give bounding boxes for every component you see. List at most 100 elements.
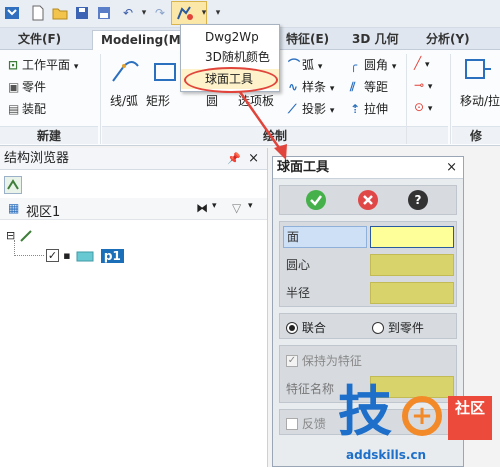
chevron-down-icon: ▾ <box>425 60 430 70</box>
offset-icon: ⫽ <box>350 80 356 94</box>
new-file-icon[interactable] <box>28 3 48 23</box>
radius-field[interactable] <box>370 282 454 304</box>
point-tool-button[interactable]: ⊸ ▾ <box>414 78 432 92</box>
group-label-modify: 修 <box>452 126 500 144</box>
workplane-icon: ⊡ <box>8 58 19 72</box>
rectangle-icon[interactable] <box>150 56 180 92</box>
watermark: 技 + 社区 addskills.cn <box>338 382 496 467</box>
structure-browser-header: 结构浏览器 📌 × <box>0 148 267 170</box>
redo-icon[interactable]: ↷ <box>150 3 170 23</box>
check-icon <box>310 195 322 206</box>
tree-connector <box>14 240 15 256</box>
help-icon: ? <box>414 193 422 207</box>
watermark-brand: 技 <box>338 380 392 443</box>
keep-feature-checkbox[interactable]: ✓ 保持为特征 <box>286 352 362 369</box>
face-field[interactable] <box>370 226 454 248</box>
ok-button[interactable] <box>306 190 326 210</box>
part-button[interactable]: ▣ 零件 <box>8 78 46 95</box>
close-icon <box>363 195 373 205</box>
tree-node-root[interactable]: ⊟ <box>6 228 33 243</box>
chevron-down-icon: ▾ <box>73 62 79 72</box>
chevron-down-icon: ▾ <box>427 82 433 92</box>
action-bar: ? <box>279 185 457 215</box>
chevron-down-icon[interactable]: ▾ <box>248 201 253 211</box>
annotation-arrow <box>238 91 287 160</box>
geometry-section: 面 圆心 半径 <box>279 221 457 307</box>
part-label: p1 <box>100 248 124 263</box>
fillet-icon: ╭ <box>350 58 358 72</box>
ribbon-separator <box>100 54 101 144</box>
rectangle-button[interactable]: 矩形 <box>146 92 170 109</box>
viewport-icon: ▦ <box>8 201 20 215</box>
custom-tool-icon[interactable] <box>175 3 195 23</box>
feature-name-label: 特征名称 <box>286 382 335 396</box>
center-label: 圆心 <box>286 258 311 272</box>
radio-union[interactable]: 联合 <box>286 319 326 336</box>
app-menu-icon[interactable] <box>2 3 22 23</box>
circle-button[interactable]: 圆 <box>206 92 218 109</box>
assembly-button[interactable]: ▤ 装配 <box>8 100 46 117</box>
arc-button[interactable]: ⌒ 弧 ▾ <box>288 56 322 73</box>
workplane-button[interactable]: ⊡ 工作平面 ▾ <box>8 56 78 73</box>
chevron-down-icon: ▾ <box>329 106 335 116</box>
line-tool-button[interactable]: ╱ ▾ <box>414 56 430 70</box>
move-icon[interactable] <box>462 56 492 90</box>
binoculars-icon[interactable]: ⧓ <box>196 201 208 215</box>
plus-logo-icon: + <box>402 396 442 436</box>
group-label-new: 新建 <box>0 126 98 144</box>
tab-3d-geometry[interactable]: 3D 几何 <box>344 30 407 50</box>
part-icon <box>76 251 94 261</box>
cancel-button[interactable] <box>358 190 378 210</box>
radius-label: 半径 <box>286 286 311 300</box>
help-button[interactable]: ? <box>408 190 428 210</box>
save-icon[interactable] <box>72 3 92 23</box>
chevron-down-icon: ▾ <box>427 104 433 114</box>
checkbox-checked-icon: ✓ <box>286 354 298 367</box>
center-field[interactable] <box>370 254 454 276</box>
chevron-down-icon[interactable]: ▾ <box>212 201 217 211</box>
fillet-button[interactable]: ╭ 圆角 ▾ <box>350 56 396 73</box>
open-folder-icon[interactable] <box>50 3 70 23</box>
line-arc-icon[interactable] <box>110 56 140 92</box>
radio-unselected-icon <box>372 321 384 334</box>
mode-section: 联合 到零件 <box>279 313 457 339</box>
structure-browser: 结构浏览器 📌 × ▦ 视区1 ⧓ ▾ ▽ ▾ ⊟ ✓ ▪ p1 <box>0 148 268 467</box>
close-icon[interactable]: × <box>446 157 457 179</box>
menu-item-dwg2wp[interactable]: Dwg2Wp <box>181 27 279 47</box>
tab-feature[interactable]: 特征(E) <box>278 30 337 50</box>
structure-browser-title: 结构浏览器 <box>4 151 70 166</box>
save-icon: ▪ <box>63 249 71 262</box>
line-icon <box>20 229 33 242</box>
visibility-checkbox[interactable]: ✓ <box>46 249 59 262</box>
chevron-down-icon: ▾ <box>329 84 335 94</box>
menu-item-random-color[interactable]: 3D随机颜色 <box>181 47 279 67</box>
offset-button[interactable]: ⫽ 等距 <box>350 78 388 95</box>
line-arc-button[interactable]: 线/弧 <box>110 92 138 109</box>
chevron-down-icon: ▾ <box>317 62 323 72</box>
feedback-checkbox[interactable]: 反馈 <box>286 415 326 432</box>
target-tool-button[interactable]: ⊙ ▾ <box>414 100 432 114</box>
assembly-icon: ▤ <box>8 102 20 116</box>
radio-selected-icon <box>286 321 298 334</box>
save-as-icon[interactable] <box>94 3 114 23</box>
watermark-badge: 社区 <box>448 396 492 440</box>
move-pull-button[interactable]: 移动/拉 <box>460 92 500 109</box>
tab-analysis[interactable]: 分析(Y) <box>418 30 478 50</box>
sphere-tool-header: 球面工具 × <box>273 157 463 179</box>
ribbon-separator <box>450 54 451 144</box>
tool-dropdown-icon[interactable]: ▾ <box>194 3 214 23</box>
radio-to-part[interactable]: 到零件 <box>372 319 424 336</box>
viewport-row[interactable]: ▦ 视区1 ⧓ ▾ ▽ ▾ <box>0 198 267 220</box>
filter-icon[interactable]: ▽ <box>232 201 241 215</box>
part-icon: ▣ <box>8 80 20 94</box>
arc-icon: ⌒ <box>288 58 301 72</box>
extrude-button[interactable]: ⇡ 拉伸 <box>350 100 388 117</box>
tree-root-icon[interactable] <box>4 176 22 194</box>
watermark-url: addskills.cn <box>346 448 427 462</box>
chevron-down-icon: ▾ <box>391 62 397 72</box>
viewport-label: 视区1 <box>26 205 61 220</box>
extrude-icon: ⇡ <box>350 102 361 116</box>
checkbox-unchecked-icon <box>286 417 298 430</box>
tree-node-part[interactable]: ✓ ▪ p1 <box>46 248 124 263</box>
tab-file[interactable]: 文件(F) <box>10 30 69 50</box>
